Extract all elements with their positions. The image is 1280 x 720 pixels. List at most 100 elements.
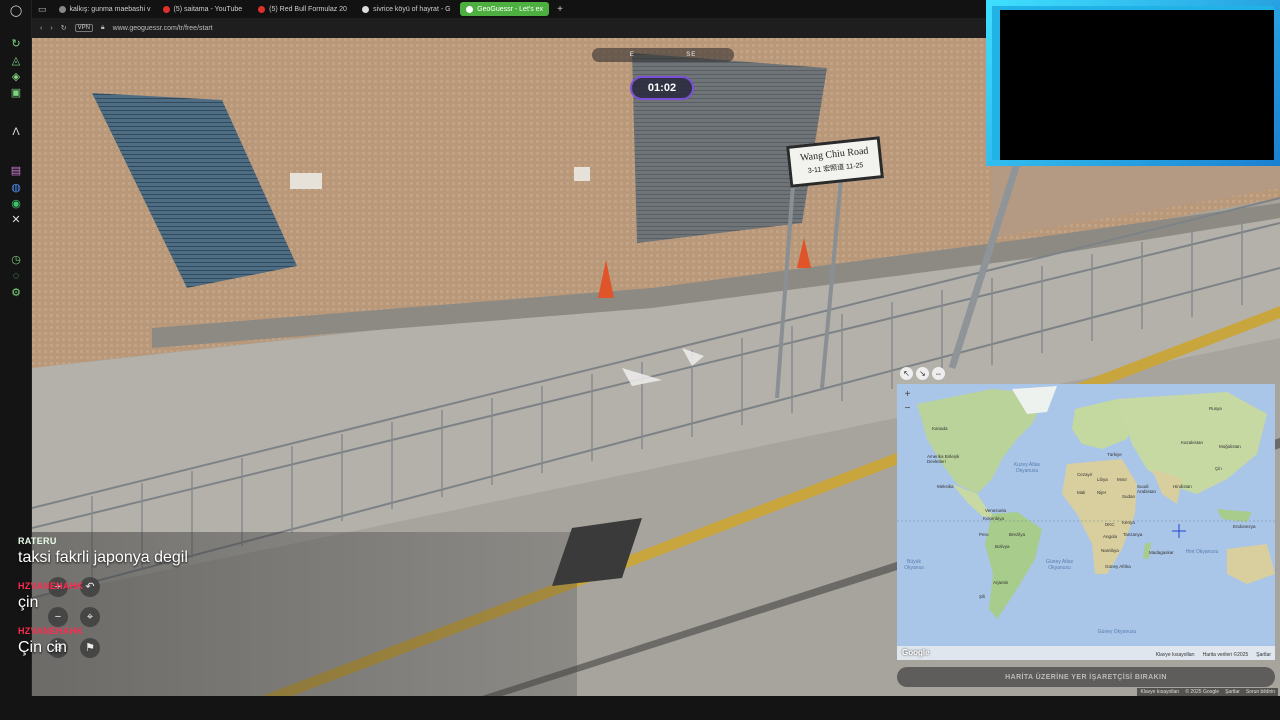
- new-tab-button[interactable]: +: [553, 4, 567, 15]
- forward-icon[interactable]: ›: [50, 25, 52, 32]
- map-label: Endonezya: [1233, 524, 1256, 529]
- map-ocean-label: Hint Okyanusu: [1185, 549, 1219, 555]
- aria-icon[interactable]: ◬: [9, 54, 23, 68]
- map-label: Moğolistan: [1219, 444, 1241, 449]
- guess-map[interactable]: + − Rusya Kanada Kazakistan Moğolistan A…: [897, 384, 1275, 660]
- geoguessr-icon: [466, 5, 474, 13]
- map-label: Libya: [1097, 477, 1108, 482]
- compass-se: SE: [686, 52, 697, 58]
- map-expand-icon[interactable]: ↖: [900, 367, 913, 380]
- map-pin-icon[interactable]: ⇔: [932, 367, 945, 380]
- map-label: Angola: [1103, 534, 1118, 539]
- messenger-icon[interactable]: ◍: [9, 181, 23, 195]
- map-label: Cezayir: [1077, 472, 1093, 477]
- map-label: Nijer: [1097, 490, 1107, 495]
- chat-username: RATERU: [18, 536, 57, 546]
- map-keyboard-shortcuts-link[interactable]: Klavye kısayolları: [1156, 652, 1195, 658]
- map-label: Kanada: [932, 426, 948, 431]
- chat-text: Çin cin: [18, 639, 67, 656]
- address-bar: ‹ › ↻ VPN 🔒︎ www.geoguessr.com/tr/free/s…: [32, 18, 988, 38]
- map-label: Namibya: [1101, 548, 1119, 553]
- tab-1[interactable]: (5) saitama - YouTube: [157, 2, 249, 16]
- opera-logo-icon[interactable]: ◯: [9, 4, 23, 18]
- map-label: Mısır: [1117, 477, 1127, 482]
- tab-label: sivrice köyü of hayrat - G: [373, 5, 451, 13]
- chat-text: taksi fakrli japonya degil: [18, 549, 188, 566]
- tab-label: (5) Red Bull Formulaz 20: [269, 5, 347, 13]
- map-label: DKC: [1105, 522, 1115, 527]
- lock-icon: 🔒︎: [100, 24, 105, 31]
- refresh-icon[interactable]: ↻: [9, 37, 23, 51]
- report-problem-link[interactable]: Sorun bildirin: [1246, 689, 1275, 695]
- tab-3[interactable]: sivrice köyü of hayrat - G: [356, 2, 456, 16]
- tab-0[interactable]: kalkış: gunma maebashi v: [53, 2, 153, 16]
- map-label: Mali: [1077, 490, 1086, 495]
- map-label: Venezuela: [985, 508, 1007, 513]
- map-shrink-icon[interactable]: ↘: [916, 367, 929, 380]
- map-attribution: Klavye kısayolları Harita verileri ©2025…: [1156, 652, 1271, 658]
- map-ocean-label: Güney Okyanusu: [1097, 629, 1137, 635]
- tab-label: kalkış: gunma maebashi v: [69, 5, 151, 13]
- tab-overview-icon[interactable]: ▭: [36, 4, 49, 15]
- map-data-text: Harita verileri ©2025: [1202, 652, 1249, 658]
- history-icon[interactable]: ◷: [9, 253, 23, 267]
- map-label: Meksika: [937, 484, 954, 489]
- chat-username: HZVANEHAHK: [18, 581, 84, 591]
- map-label: Bolivya: [995, 544, 1010, 549]
- chat-icon[interactable]: ▣: [9, 86, 23, 100]
- tab-favicon-icon: [58, 5, 66, 13]
- map-ocean-label: Büyük Okyanus: [904, 559, 924, 571]
- chat-username: HZVANEHAHK: [18, 626, 84, 636]
- map-label: Rusya: [1209, 406, 1222, 411]
- map-label: Kazakistan: [1181, 440, 1204, 445]
- map-zoom-out-button[interactable]: −: [901, 402, 914, 415]
- compass-e: E: [629, 52, 635, 58]
- map-label: Kolombiya: [983, 516, 1005, 521]
- chat-message: RATERU taksi fakrli japonya degil: [18, 536, 278, 567]
- back-icon[interactable]: ‹: [40, 25, 42, 32]
- tab-2[interactable]: (5) Red Bull Formulaz 20: [252, 2, 352, 16]
- map-label: Kenya: [1122, 520, 1135, 525]
- tab-geoguessr[interactable]: GeoGuessr - Let's ex: [460, 2, 550, 16]
- map-label: Sudan: [1122, 494, 1136, 499]
- reload-icon[interactable]: ↻: [61, 24, 67, 32]
- terms-link[interactable]: Şartlar: [1225, 689, 1240, 695]
- screen: ◯ ↻ ◬ ◈ ▣ Λ ▤ ◍ ◉ ✕ ◷ ◌ ⚙ ▭ kalkış: gunm…: [0, 0, 1280, 720]
- url-field[interactable]: www.geoguessr.com/tr/free/start: [113, 25, 213, 32]
- map-label: Arjantin: [993, 580, 1009, 585]
- map-label: Şili: [979, 594, 986, 599]
- map-label: Güney Afrika: [1105, 564, 1131, 569]
- tab-label: (5) saitama - YouTube: [173, 5, 243, 13]
- pinboard-icon[interactable]: ◌: [9, 269, 23, 283]
- twitch-icon[interactable]: ▤: [9, 164, 23, 178]
- map-label: Çin: [1215, 466, 1222, 471]
- chat-message: HZVANEHAHK çin: [18, 581, 278, 612]
- map-ocean-label: Kuzey Atlas Okyanusu: [1013, 462, 1041, 474]
- crypto-wallet-icon[interactable]: ◈: [9, 70, 23, 84]
- copyright-text: © 2025 Google: [1185, 689, 1220, 695]
- youtube-icon: [258, 5, 266, 13]
- whatsapp-icon[interactable]: ◉: [9, 197, 23, 211]
- google-logo: Google: [902, 648, 930, 657]
- webcam-overlay: [986, 0, 1280, 166]
- aria-ai-icon[interactable]: Λ: [9, 125, 23, 139]
- map-label: Brezilya: [1009, 532, 1026, 537]
- compass[interactable]: E SE: [592, 48, 734, 62]
- chat-message: HZVANEHAHK Çin cin: [18, 626, 278, 657]
- x-icon[interactable]: ✕: [9, 213, 23, 227]
- keyboard-shortcuts-link[interactable]: Klavye kısayolları: [1140, 689, 1179, 695]
- map-ocean-label: Güney Atlas Okyanusu: [1046, 559, 1073, 571]
- map-label: Peru: [979, 532, 989, 537]
- chat-text: çin: [18, 594, 39, 611]
- map-terms-link[interactable]: Şartlar: [1256, 652, 1271, 658]
- place-marker-button[interactable]: HARİTA ÜZERİNE YER İŞARETÇİSİ BIRAKIN: [897, 667, 1275, 687]
- webcam-feed: [992, 6, 1274, 160]
- tab-label: GeoGuessr - Let's ex: [477, 5, 544, 13]
- map-label: Suudi Arabistan: [1137, 484, 1157, 494]
- street-view-footer: Klavye kısayolları © 2025 Google Şartlar…: [1137, 688, 1278, 696]
- map-label: Türkiye: [1107, 452, 1122, 457]
- vpn-badge[interactable]: VPN: [74, 24, 93, 32]
- map-zoom-in-button[interactable]: +: [901, 388, 914, 401]
- settings-icon[interactable]: ⚙: [9, 286, 23, 300]
- google-icon: [362, 5, 370, 13]
